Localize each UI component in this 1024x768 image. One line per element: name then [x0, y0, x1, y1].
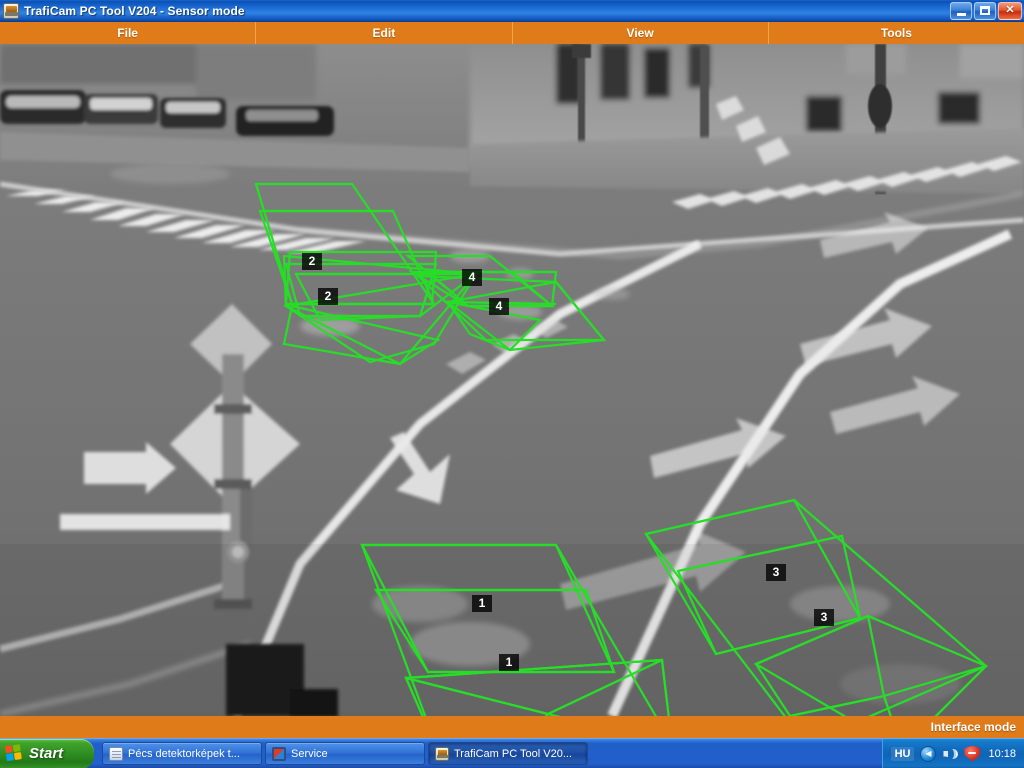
window-controls: ✕: [950, 1, 1022, 20]
taskbar-item-label: Pécs detektorképek t...: [128, 747, 240, 760]
taskbar-item-trafficam[interactable]: TrafiCam PC Tool V20...: [428, 742, 588, 765]
traffic-scene-image: [0, 44, 1024, 716]
taskbar: Start Pécs detektorképek t... Service Tr…: [0, 738, 1024, 768]
trafficam-app-icon: [3, 2, 19, 19]
camera-view[interactable]: [0, 44, 1024, 716]
menu-item-file[interactable]: File: [0, 22, 257, 44]
status-bar: Interface mode: [0, 716, 1024, 738]
close-button[interactable]: ✕: [998, 1, 1022, 20]
menu-item-view[interactable]: View: [513, 22, 769, 44]
minimize-button[interactable]: [950, 1, 972, 20]
close-icon: ✕: [1005, 4, 1015, 16]
menu-item-edit[interactable]: Edit: [256, 22, 513, 44]
taskbar-item-label: TrafiCam PC Tool V20...: [454, 747, 572, 760]
system-tray: HU 10:18: [881, 738, 1024, 768]
title-bar: TrafiCam PC Tool V204 - Sensor mode ✕: [0, 0, 1024, 22]
status-mode-label: Interface mode: [930, 720, 1016, 734]
taskbar-item-label: Service: [291, 747, 328, 760]
trafficam-app-icon: [435, 746, 449, 761]
start-button-label: Start: [29, 745, 64, 762]
start-button[interactable]: Start: [0, 738, 94, 768]
maximize-button[interactable]: [974, 1, 996, 20]
chevron-left-icon[interactable]: [920, 745, 937, 762]
menu-bar: File Edit View Tools: [0, 22, 1024, 44]
service-icon: [272, 746, 286, 761]
minimize-icon: [956, 12, 966, 16]
shield-icon[interactable]: [964, 745, 981, 762]
menu-item-tools[interactable]: Tools: [769, 22, 1024, 44]
document-icon: [109, 746, 123, 761]
taskbar-item-document[interactable]: Pécs detektorképek t...: [102, 742, 262, 765]
application-window: TrafiCam PC Tool V204 - Sensor mode ✕ Fi…: [0, 0, 1024, 768]
language-indicator[interactable]: HU: [890, 746, 915, 761]
maximize-icon: [980, 6, 990, 15]
window-title: TrafiCam PC Tool V204 - Sensor mode: [24, 3, 245, 18]
windows-flag-icon: [4, 744, 24, 763]
clock[interactable]: 10:18: [988, 748, 1016, 760]
taskbar-items: Pécs detektorképek t... Service TrafiCam…: [102, 742, 882, 765]
volume-icon[interactable]: [942, 746, 959, 762]
taskbar-item-service[interactable]: Service: [265, 742, 425, 765]
